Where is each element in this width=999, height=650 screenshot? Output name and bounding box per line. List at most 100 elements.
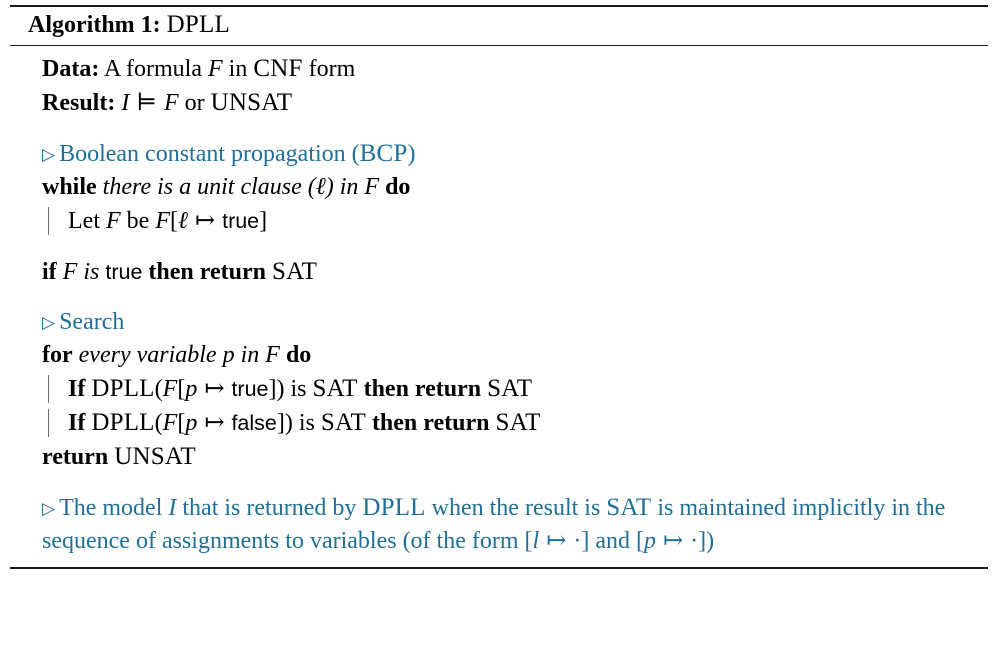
branch-variable: p [185, 410, 198, 436]
data-text-b: in [228, 56, 248, 82]
then-return-keyword: then return [148, 259, 266, 285]
mapsto-icon: ↦ [204, 410, 225, 436]
loop-guide-rule [48, 409, 50, 437]
return-unsat-value: UNSAT [114, 443, 196, 470]
branch-if-keyword: If [68, 410, 86, 436]
for-formula: F [265, 342, 280, 368]
branch-true-line: If DPLL(F[p ↦ true]) is SAT then return … [10, 372, 988, 406]
branch-status: SAT [312, 375, 358, 402]
data-text-c: form [308, 56, 356, 82]
loop-guide-rule [48, 375, 50, 403]
note-text-3: when the result is [431, 495, 601, 521]
triangle-marker-icon: ▷ [42, 499, 56, 518]
if-is-keyword: is [83, 259, 100, 285]
note-f1-var: l [532, 528, 540, 554]
note-f1-open-bracket: [ [524, 528, 533, 554]
branch-if-keyword: If [68, 376, 86, 402]
result-model-var: I [121, 90, 130, 116]
mapsto-icon: ↦ [546, 528, 567, 554]
note-model-var: I [168, 495, 177, 521]
let-close-bracket: ] [259, 208, 268, 234]
triangle-marker-icon: ▷ [42, 145, 56, 164]
branch-false-line: If DPLL(F[p ↦ false]) is SAT then return… [10, 406, 988, 440]
while-condition-b: in [339, 174, 359, 200]
for-line: for every variable p in F do [10, 339, 988, 372]
while-condition-formula: F [364, 174, 380, 200]
branch-close-paren: ) [276, 376, 285, 402]
branch-call-dpll: DPLL [91, 375, 155, 402]
algorithm-bottom-rule [10, 567, 988, 569]
bcp-comment-text: Boolean constant propagation ( [59, 141, 360, 167]
spacer-after-sat-check [10, 289, 988, 306]
note-f2-open-bracket: [ [635, 528, 644, 554]
let-target-var: F [105, 208, 121, 234]
return-unsat-line: return UNSAT [10, 440, 988, 474]
branch-then-return: then return [371, 410, 490, 436]
for-keyword: for [42, 342, 73, 368]
bcp-comment-line: ▷ Boolean constant propagation (BCP) [10, 137, 988, 171]
algorithm-caption: Algorithm 1: DPLL [10, 7, 988, 45]
result-or: or [184, 90, 205, 116]
sat-check-line: if F is true then return SAT [10, 255, 988, 289]
data-cnf-label: CNF [253, 55, 303, 82]
data-text-a: A formula [104, 56, 202, 82]
bcp-comment-close: ) [407, 141, 416, 167]
data-line: Data: A formula F in CNF form [10, 52, 988, 86]
branch-then-return: then return [363, 376, 482, 402]
algorithm-body: Data: A formula F in CNF form Result: I … [10, 46, 988, 567]
let-keyword: Let [68, 208, 100, 234]
note-dpll: DPLL [362, 494, 426, 521]
let-open-bracket: [ [169, 208, 178, 234]
spacer-after-search [10, 474, 988, 491]
let-literal: ℓ [177, 206, 188, 234]
branch-call-dpll: DPLL [91, 409, 155, 436]
result-unsat: UNSAT [210, 89, 293, 116]
bcp-abbrev: BCP [359, 140, 408, 167]
result-formula-var: F [163, 90, 179, 116]
while-line: while there is a unit clause (ℓ) in F do [10, 171, 988, 204]
search-comment-line: ▷ Search [10, 306, 988, 339]
for-variable: p [222, 342, 235, 368]
sat-result: SAT [271, 258, 318, 285]
return-keyword: return [42, 444, 109, 470]
if-formula-var: F [62, 259, 78, 285]
branch-variable: p [185, 376, 198, 402]
note-text-1: The model [59, 495, 163, 521]
branch-open-paren: ( [154, 376, 163, 402]
while-condition-literal: (ℓ) [307, 174, 334, 200]
result-label: Result: [42, 90, 116, 116]
while-body-line: Let F be F[ℓ ↦ true] [10, 204, 988, 238]
branch-close-paren: ) [284, 410, 293, 436]
for-do-keyword: do [285, 342, 312, 368]
note-f1-close-bracket: ] [581, 528, 590, 554]
algorithm-caption-label: Algorithm 1: [28, 12, 161, 38]
note-text-6: ) [706, 528, 715, 554]
algorithm-float: Algorithm 1: DPLL Data: A formula F in C… [10, 5, 988, 569]
model-note-comment: ▷ The model I that is returned by DPLL wh… [10, 491, 988, 558]
branch-value: false [231, 411, 277, 435]
result-line: Result: I ⊨ F or UNSAT [10, 86, 988, 120]
while-condition-a: there is a unit clause [102, 174, 302, 200]
for-condition-a: every variable [78, 342, 217, 368]
search-comment-text: Search [59, 309, 125, 335]
triangle-marker-icon: ▷ [42, 313, 56, 332]
data-formula-var: F [208, 56, 223, 82]
branch-status: SAT [320, 409, 366, 436]
if-keyword: if [42, 259, 57, 285]
branch-close-bracket: ] [268, 376, 277, 402]
algorithm-caption-name: DPLL [166, 11, 230, 38]
while-keyword: while [42, 174, 97, 200]
if-value-true: true [105, 260, 143, 284]
note-text-2: that is returned by [182, 495, 357, 521]
branch-value: true [231, 377, 269, 401]
branch-formula: F [162, 410, 178, 436]
spacer-after-bcp [10, 238, 988, 255]
branch-formula: F [162, 376, 178, 402]
branch-result: SAT [487, 375, 533, 402]
note-f2-close-bracket: ] [698, 528, 707, 554]
data-label: Data: [42, 56, 100, 82]
note-text-5: and [595, 528, 630, 554]
loop-guide-rule [48, 207, 50, 235]
let-value-true: true [222, 209, 260, 233]
branch-close-bracket: ] [276, 410, 285, 436]
